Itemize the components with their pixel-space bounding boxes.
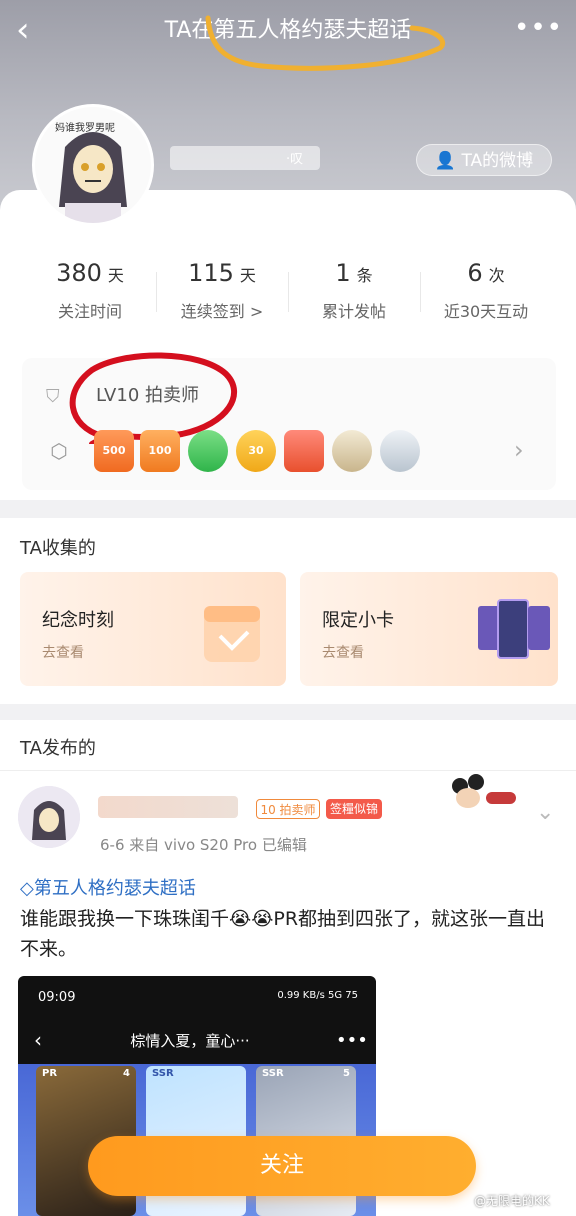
honor-tag: 签糧似锦: [326, 799, 382, 819]
stat-label: 关注时间: [57, 302, 122, 321]
card-rank: SSR: [152, 1068, 174, 1079]
topic-label: 第五人格约瑟夫超话: [33, 878, 196, 899]
mouse-decoration-icon: [452, 774, 516, 808]
badge-cat-silver[interactable]: [380, 430, 420, 472]
stat-follow-duration: 380 天 关注时间: [22, 256, 158, 322]
stat-value: 115: [188, 259, 234, 287]
watermark: @无限电的KK: [474, 1194, 550, 1208]
more-dots-icon: •••: [336, 1030, 368, 1051]
card-title: 限定小卡: [322, 610, 394, 631]
badge-heart[interactable]: [284, 430, 324, 472]
avatar-illustration: 妈谁我罗男呢: [35, 107, 151, 223]
user-icon: 👤: [434, 151, 457, 171]
post-author-blurred[interactable]: [98, 796, 238, 818]
card-count: 4: [123, 1068, 130, 1079]
screenshot-time: 09:09: [38, 990, 76, 1005]
card-link: 去查看: [322, 645, 364, 661]
card-count: 5: [343, 1068, 350, 1079]
badge-wall-icon: ⬡: [50, 439, 68, 463]
card-link: 去查看: [42, 645, 84, 661]
card-rank: PR: [42, 1068, 58, 1079]
stat-value: 6: [467, 259, 483, 287]
back-button[interactable]: ‹: [16, 12, 46, 48]
svg-text:妈谁我罗男呢: 妈谁我罗男呢: [55, 121, 115, 134]
stat-label: 近30天互动: [443, 302, 529, 321]
badge-100[interactable]: 100: [140, 430, 180, 472]
stat-value: 1: [335, 259, 351, 287]
stat-label: 累计发帖: [321, 302, 386, 321]
stat-unit: 天: [239, 266, 256, 285]
level-tag: 10 拍卖师: [256, 799, 320, 819]
screenshot-status: 0.99 KB/s 5G 75: [277, 990, 358, 1001]
card-stack-icon: [478, 599, 550, 659]
stat-interactions: 6次 近30天互动: [418, 256, 554, 322]
topic-link[interactable]: ◇第五人格约瑟夫超话: [20, 874, 380, 900]
badge-500[interactable]: 500: [94, 430, 134, 472]
stat-value: 380: [56, 259, 102, 287]
calendar-icon: [204, 606, 260, 662]
stat-unit: 天: [107, 266, 124, 285]
avatar-illustration: [18, 786, 80, 848]
chevron-right-icon[interactable]: ›: [514, 436, 534, 464]
badge-30[interactable]: 30: [236, 430, 276, 472]
stat-unit: 条: [356, 266, 373, 285]
chevron-left-icon: ‹: [34, 1028, 42, 1052]
weibo-profile-button[interactable]: 👤 TA的微博: [416, 144, 552, 176]
post-avatar[interactable]: [18, 786, 80, 848]
divider: [0, 770, 576, 771]
weibo-button-label: TA的微博: [461, 151, 534, 171]
chevron-down-icon[interactable]: ⌄: [536, 800, 560, 825]
nickname-suffix: ·叹: [286, 152, 304, 167]
limited-cards-card[interactable]: 限定小卡 去查看: [300, 572, 558, 686]
badge-cat-gold[interactable]: [332, 430, 372, 472]
posts-title: TA发布的: [20, 738, 96, 759]
stat-post-count: 1条 累计发帖: [286, 256, 422, 322]
card-title: 纪念时刻: [42, 610, 114, 631]
stat-label: 连续签到 >: [180, 302, 264, 321]
screenshot-title: 棕情入夏，童心···: [130, 1032, 250, 1050]
more-dots-icon[interactable]: •••: [514, 15, 562, 44]
diamond-icon: ◇: [20, 878, 34, 899]
follow-button[interactable]: 关注: [88, 1136, 476, 1196]
collection-title: TA收集的: [20, 538, 96, 559]
post-meta: 6-6 来自 vivo S20 Pro 已编辑: [100, 836, 307, 854]
post-body: 谁能跟我换一下珠珠闺千😭😭PR都抽到四张了，就这张一直出不来。: [20, 908, 546, 960]
title-scribble-annotation: [205, 15, 446, 71]
card-rank: SSR: [262, 1068, 284, 1079]
avatar[interactable]: 妈谁我罗男呢: [32, 104, 154, 226]
badge-green[interactable]: [188, 430, 228, 472]
memorial-moments-card[interactable]: 纪念时刻 去查看: [20, 572, 286, 686]
stat-unit: 次: [488, 266, 505, 285]
stat-checkin-streak[interactable]: 115 天 连续签到 >: [154, 256, 290, 322]
